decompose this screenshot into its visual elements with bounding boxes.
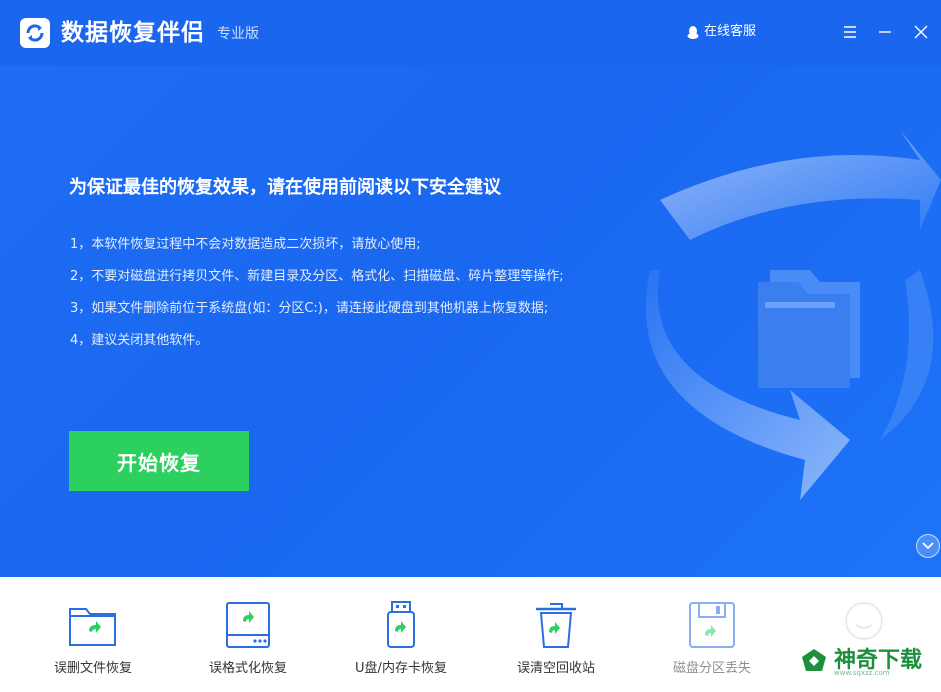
start-recovery-button[interactable]: 开始恢复 xyxy=(69,431,249,491)
drive-restore-icon xyxy=(226,602,270,648)
online-support-label: 在线客服 xyxy=(704,24,757,39)
chevron-down-icon xyxy=(922,542,934,550)
feature-label: U盘/内存卡恢复 xyxy=(355,661,447,676)
feature-label: 误删文件恢复 xyxy=(53,661,132,676)
more-features-icon xyxy=(845,602,883,640)
tip-item: 3，如果文件删除前位于系统盘(如：分区C:)，请连接此硬盘到其他机器上恢复数据; xyxy=(70,301,549,316)
close-icon[interactable] xyxy=(909,20,933,44)
feature-label: 磁盘分区丢失 xyxy=(672,661,751,676)
main-panel: 数据恢复伴侣 专业版 在线客服 为保证最佳的恢复效果，请在使用前阅读以下安全建议… xyxy=(0,0,941,577)
tip-item: 2，不要对磁盘进行拷贝文件、新建目录及分区、格式化、扫描磁盘、碎片整理等操作; xyxy=(70,269,564,284)
recycle-bin-restore-icon xyxy=(536,603,576,648)
app-logo-icon xyxy=(20,18,50,48)
watermark: 神奇下载 www.sqxzz.com xyxy=(800,641,922,681)
tip-item: 1，本软件恢复过程中不会对数据造成二次损坏，请放心使用; xyxy=(70,237,421,252)
tip-item: 4，建议关闭其他软件。 xyxy=(70,333,209,348)
feature-label: 误清空回收站 xyxy=(516,661,595,676)
restore-illustration-icon xyxy=(645,130,941,500)
feature-recycle-bin-recovery[interactable]: 误清空回收站 xyxy=(486,577,626,692)
feature-label: 误格式化恢复 xyxy=(208,661,287,676)
folder-restore-icon xyxy=(69,608,116,646)
feature-deleted-file-recovery[interactable]: 误删文件恢复 xyxy=(23,577,163,692)
usb-restore-icon xyxy=(387,601,415,648)
minimize-icon[interactable] xyxy=(873,20,897,44)
scroll-down-button[interactable] xyxy=(916,534,940,558)
menu-icon[interactable] xyxy=(838,20,862,44)
edition-label: 专业版 xyxy=(217,26,259,42)
floppy-restore-icon xyxy=(689,602,735,648)
watermark-url: www.sqxzz.com xyxy=(834,669,890,677)
watermark-logo-icon xyxy=(802,649,826,671)
feature-usb-card-recovery[interactable]: U盘/内存卡恢复 xyxy=(331,577,471,692)
title-bar: 数据恢复伴侣 专业版 在线客服 xyxy=(0,0,941,66)
qq-penguin-icon xyxy=(687,25,699,39)
safety-headline: 为保证最佳的恢复效果，请在使用前阅读以下安全建议 xyxy=(69,177,501,198)
safety-tips-list: 1，本软件恢复过程中不会对数据造成二次损坏，请放心使用; 2，不要对磁盘进行拷贝… xyxy=(70,235,564,363)
feature-partition-recovery[interactable]: 磁盘分区丢失 xyxy=(642,577,782,692)
feature-format-recovery[interactable]: 误格式化恢复 xyxy=(178,577,318,692)
app-title: 数据恢复伴侣 xyxy=(61,20,205,46)
online-support-button[interactable]: 在线客服 xyxy=(686,23,756,41)
